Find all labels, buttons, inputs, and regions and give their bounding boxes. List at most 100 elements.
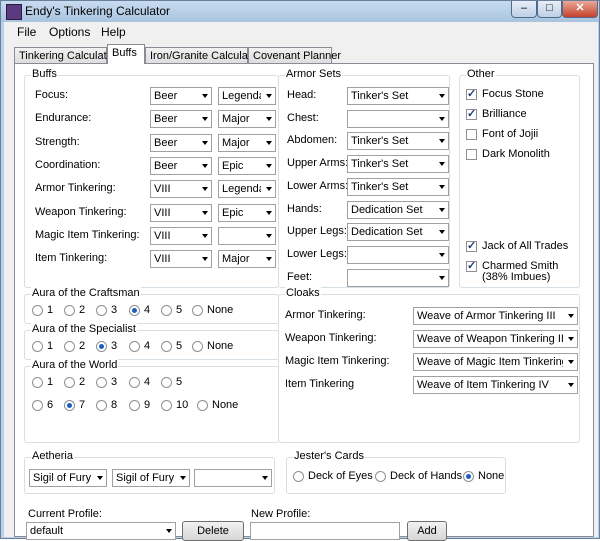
- buff-select-a-4[interactable]: VIII: [150, 180, 212, 199]
- jesters-radio-2[interactable]: [463, 471, 474, 482]
- aura-world-radio-6[interactable]: [64, 400, 75, 411]
- armor-select-4[interactable]: Tinker's Set: [347, 177, 449, 196]
- jesters-option-1: Deck of Hands: [390, 470, 463, 482]
- aura-world-radio-0[interactable]: [32, 377, 43, 388]
- menu-file[interactable]: File: [17, 25, 36, 39]
- armor-select-1[interactable]: [347, 109, 449, 128]
- other-checkbox-0[interactable]: [466, 87, 477, 100]
- cloak-select-3[interactable]: Weave of Item Tinkering IV: [413, 376, 578, 394]
- armor-select-2[interactable]: Tinker's Set: [347, 132, 449, 151]
- armor-select-5-value: Dedication Set: [351, 203, 423, 216]
- armor-select-5[interactable]: Dedication Set: [347, 200, 449, 219]
- armor-select-8[interactable]: [347, 268, 449, 287]
- aura-specialist-radio-4[interactable]: [161, 341, 172, 352]
- buff-select-b-5[interactable]: Epic: [218, 203, 276, 222]
- aura-world-radio-9[interactable]: [161, 400, 172, 411]
- aura-craftsman-option-5: None: [207, 304, 234, 316]
- aura-specialist-radio-0[interactable]: [32, 341, 43, 352]
- other-checkbox-3[interactable]: [466, 149, 477, 160]
- armor-select-6[interactable]: Dedication Set: [347, 223, 449, 242]
- other-checkbox-4[interactable]: [466, 239, 477, 252]
- jesters-option-0: Deck of Eyes: [308, 470, 373, 482]
- aetheria-select-2[interactable]: [194, 469, 272, 487]
- aura-craftsman-radio-5[interactable]: [192, 305, 203, 316]
- buff-select-a-5[interactable]: VIII: [150, 203, 212, 222]
- delete-profile-button[interactable]: Delete: [182, 521, 244, 541]
- buff-select-a-3[interactable]: Beer: [150, 156, 212, 175]
- other-checkbox-2[interactable]: [466, 129, 477, 140]
- buff-select-a-2[interactable]: Beer: [150, 133, 212, 152]
- aura-craftsman-radio-4[interactable]: [161, 305, 172, 316]
- aetheria-select-0-value: Sigil of Fury 3: [33, 472, 92, 484]
- chevron-down-icon: [266, 140, 272, 145]
- armor-select-0[interactable]: Tinker's Set: [347, 87, 449, 105]
- buff-select-a-6[interactable]: VIII: [150, 226, 212, 245]
- armor-select-3[interactable]: Tinker's Set: [347, 155, 449, 174]
- buff-select-b-2[interactable]: Major: [218, 133, 276, 152]
- aura-world-option-9: 10: [176, 399, 189, 411]
- minimize-icon[interactable]: –: [511, 1, 537, 18]
- buff-label-4: Armor Tinkering:: [35, 182, 116, 195]
- aura-specialist-radio-5[interactable]: [192, 341, 203, 352]
- armor-select-7[interactable]: [347, 245, 449, 264]
- chevron-down-icon: [568, 383, 574, 387]
- buff-select-a-7[interactable]: VIII: [150, 250, 212, 269]
- aura-craftsman-radio-0[interactable]: [32, 305, 43, 316]
- maximize-icon[interactable]: □: [537, 1, 562, 18]
- add-profile-button[interactable]: Add: [407, 521, 447, 541]
- cloak-select-1[interactable]: Weave of Weapon Tinkering III: [413, 330, 578, 348]
- buff-select-b-0[interactable]: Legendary: [218, 87, 276, 105]
- aura-world-option-2: 3: [111, 376, 118, 388]
- aura-craftsman-radio-2[interactable]: [96, 305, 107, 316]
- buff-select-a-0[interactable]: Beer: [150, 87, 212, 105]
- aura-specialist-radio-1[interactable]: [64, 341, 75, 352]
- chevron-down-icon: [439, 207, 445, 212]
- other-checkbox-1[interactable]: [466, 107, 477, 120]
- aetheria-select-1[interactable]: Sigil of Fury 3: [112, 469, 190, 487]
- buff-select-a-3-value: Beer: [154, 159, 178, 172]
- current-profile-select[interactable]: default: [26, 522, 176, 540]
- chevron-down-icon: [439, 184, 445, 189]
- jesters-radio-1[interactable]: [375, 471, 386, 482]
- aura-specialist-radio-3[interactable]: [129, 341, 140, 352]
- aura-craftsman-radio-1[interactable]: [64, 305, 75, 316]
- aura-specialist-option-5: None: [207, 340, 234, 352]
- buff-select-b-1[interactable]: Major: [218, 110, 276, 129]
- aura-specialist-radio-2[interactable]: [96, 341, 107, 352]
- tab-covenant-planner[interactable]: Covenant Planner: [248, 47, 341, 64]
- aura-world-radio-8[interactable]: [129, 400, 140, 411]
- aura-craftsman-radio-3[interactable]: [129, 305, 140, 316]
- aura-world-radio-2[interactable]: [96, 377, 107, 388]
- tab-tinkering-calculator[interactable]: Tinkering Calculator: [14, 47, 116, 64]
- other-checkbox-5[interactable]: [466, 259, 477, 272]
- buff-select-b-6[interactable]: [218, 226, 276, 245]
- cloak-select-0[interactable]: Weave of Armor Tinkering III: [413, 307, 578, 325]
- aura-craftsman-option-0: 1: [47, 304, 54, 316]
- jesters-radio-0[interactable]: [293, 471, 304, 482]
- aura-world-radio-3[interactable]: [129, 377, 140, 388]
- buff-select-b-3[interactable]: Epic: [218, 156, 276, 175]
- buffs-group-title: Buffs: [31, 68, 58, 80]
- buff-select-a-7-value: VIII: [154, 253, 171, 266]
- cloak-label-1: Weapon Tinkering:: [285, 332, 377, 344]
- aura-world-radio-10[interactable]: [197, 400, 208, 411]
- menu-options[interactable]: Options: [49, 25, 90, 39]
- current-profile-label: Current Profile:: [28, 508, 102, 520]
- aura-world-radio-1[interactable]: [64, 377, 75, 388]
- close-icon[interactable]: ✕: [562, 1, 598, 18]
- chevron-down-icon: [266, 163, 272, 168]
- aura-world-radio-5[interactable]: [32, 400, 43, 411]
- new-profile-input[interactable]: [250, 522, 400, 540]
- aetheria-select-0[interactable]: Sigil of Fury 3: [29, 469, 107, 487]
- tab-iron-granite-calculator[interactable]: Iron/Granite Calculator: [145, 47, 261, 64]
- buffs-tab-page: Buffs Focus: Beer Legendary Endurance: Beer M…: [14, 63, 594, 541]
- tab-buffs[interactable]: Buffs: [107, 44, 145, 64]
- buff-select-b-7[interactable]: Major: [218, 250, 276, 269]
- cloak-select-2[interactable]: Weave of Magic Item Tinkering II: [413, 353, 578, 371]
- menu-help[interactable]: Help: [101, 25, 126, 39]
- aura-world-radio-7[interactable]: [96, 400, 107, 411]
- app-icon: [6, 4, 22, 20]
- aura-world-radio-4[interactable]: [161, 377, 172, 388]
- buff-select-a-1[interactable]: Beer: [150, 110, 212, 129]
- buff-select-b-4[interactable]: Legendary: [218, 180, 276, 199]
